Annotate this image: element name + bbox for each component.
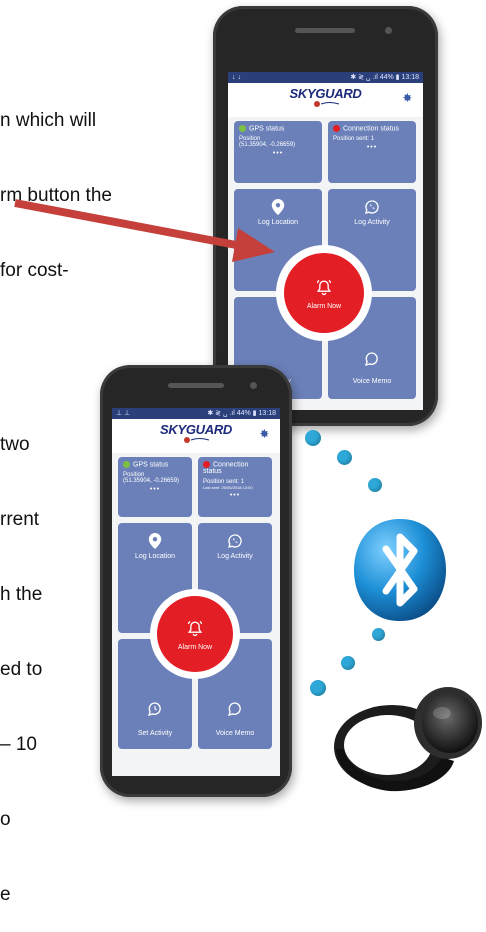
connection-status-dot	[203, 461, 210, 468]
logo-swoosh-icon	[183, 437, 210, 443]
text-line: rrent	[0, 509, 40, 530]
whatsapp-icon	[228, 534, 242, 548]
text-line: two	[0, 434, 30, 455]
description-text-top: n which will rm button the for cost-	[0, 58, 112, 308]
location-pin-icon	[271, 199, 285, 215]
status-bar-left: ↓ ↓	[232, 74, 241, 81]
alarm-ring: Alarm Now	[276, 245, 372, 341]
connection-dot	[310, 680, 326, 696]
text-line: ed to	[0, 659, 43, 680]
status-bar: ⊥ ⊥ ✱ ≷ ␣ .ıl 44% ▮ 13:18	[112, 408, 280, 419]
front-camera	[385, 27, 392, 34]
connection-dot	[337, 450, 352, 465]
gear-icon[interactable]	[401, 92, 413, 104]
log-location-label: Log Location	[257, 219, 299, 226]
alarm-now-label: Alarm Now	[306, 302, 342, 310]
set-activity-label: Set Activity	[137, 730, 173, 737]
location-pin-icon	[148, 533, 162, 549]
text-line: h the	[0, 584, 43, 605]
speaker-grille	[168, 383, 224, 388]
status-bar-left: ⊥ ⊥	[116, 410, 131, 417]
front-camera	[250, 382, 257, 389]
voice-memo-label: Voice Memo	[352, 378, 392, 385]
connection-status-tile[interactable]: Connection status Position sent: 1 Last …	[198, 457, 272, 517]
alarm-now-label: Alarm Now	[177, 643, 213, 651]
phone-front: ⊥ ⊥ ✱ ≷ ␣ .ıl 44% ▮ 13:18 SKYGUARD GPS s…	[100, 365, 292, 797]
alarm-ring: Alarm Now	[150, 589, 240, 679]
last-sent-value: Last sent: 25/06/2018 13:00	[203, 485, 253, 491]
gps-status-tile[interactable]: GPS status Position (51.35904, -0.26659)…	[118, 457, 192, 517]
connection-status-tile[interactable]: Connection status Position sent: 1 •••	[328, 121, 416, 183]
description-text-middle: two rrent h the ed to – 10 o e	[0, 382, 42, 932]
connection-more: •••	[229, 492, 241, 500]
voice-memo-label: Voice Memo	[215, 730, 255, 737]
speech-bubble-icon	[364, 352, 378, 367]
bluetooth-icon	[354, 519, 446, 621]
log-activity-label: Log Activity	[217, 553, 253, 560]
status-bar-right: ✱ ≷ ␣ .ıl 44% ▮ 13:18	[207, 410, 276, 417]
connection-dot	[305, 430, 321, 446]
skyguard-logo: SKYGUARD	[289, 86, 362, 107]
status-bar-right: ✱ ≷ ␣ .ıl 44% ▮ 13:18	[350, 74, 419, 81]
gps-position-value: (51.35904, -0.26659)	[239, 142, 296, 149]
alarm-bell-icon	[316, 279, 332, 295]
text-line: e	[0, 884, 11, 905]
alarm-bell-icon	[187, 620, 203, 636]
gps-status-title: GPS status	[133, 461, 169, 469]
gps-position-value: (51.35904, -0.26659)	[123, 478, 180, 485]
text-line: rm button the	[0, 185, 112, 206]
gps-more: •••	[272, 150, 284, 158]
speech-bubble-icon	[227, 702, 241, 717]
connection-status-title: Connection status	[343, 125, 400, 133]
app-screen: ⊥ ⊥ ✱ ≷ ␣ .ıl 44% ▮ 13:18 SKYGUARD GPS s…	[112, 408, 280, 776]
dashboard-grid: GPS status Position (51.35904, -0.26659)…	[112, 453, 280, 776]
speaker-grille	[295, 28, 355, 33]
text-line: o	[0, 809, 11, 830]
log-activity-label: Log Activity	[354, 219, 390, 226]
logo-swoosh-icon	[313, 101, 339, 107]
chat-clock-icon	[147, 702, 161, 717]
alarm-now-button[interactable]: Alarm Now	[157, 596, 233, 672]
connection-more: •••	[366, 144, 378, 152]
smart-wristband-icon	[334, 687, 482, 792]
skyguard-logo: SKYGUARD	[160, 422, 232, 443]
text-line: n which will	[0, 110, 97, 131]
log-location-label: Log Location	[134, 553, 176, 560]
app-header: SKYGUARD	[112, 419, 280, 453]
connection-dot	[372, 628, 385, 641]
whatsapp-icon	[365, 200, 379, 214]
text-line: for cost-	[0, 260, 69, 281]
alarm-now-button[interactable]: Alarm Now	[284, 253, 364, 333]
connection-dot	[368, 478, 382, 492]
gps-status-dot	[123, 461, 130, 468]
gps-status-title: GPS status	[249, 125, 285, 133]
text-line: – 10	[0, 734, 37, 755]
app-screen: ↓ ↓ ✱ ≷ ␣ .ıl 44% ▮ 13:18 SKYGUARD GPS s…	[228, 72, 423, 410]
phone-back: ↓ ↓ ✱ ≷ ␣ .ıl 44% ▮ 13:18 SKYGUARD GPS s…	[213, 6, 438, 426]
position-sent-label: Position sent: 1	[333, 136, 375, 143]
gps-status-tile[interactable]: GPS status Position (51.35904, -0.26659)…	[234, 121, 322, 183]
app-header: SKYGUARD	[228, 83, 423, 117]
connection-status-dot	[333, 125, 340, 132]
gps-more: •••	[149, 486, 161, 494]
gps-status-dot	[239, 125, 246, 132]
gear-icon[interactable]	[258, 428, 270, 440]
status-bar: ↓ ↓ ✱ ≷ ␣ .ıl 44% ▮ 13:18	[228, 72, 423, 83]
